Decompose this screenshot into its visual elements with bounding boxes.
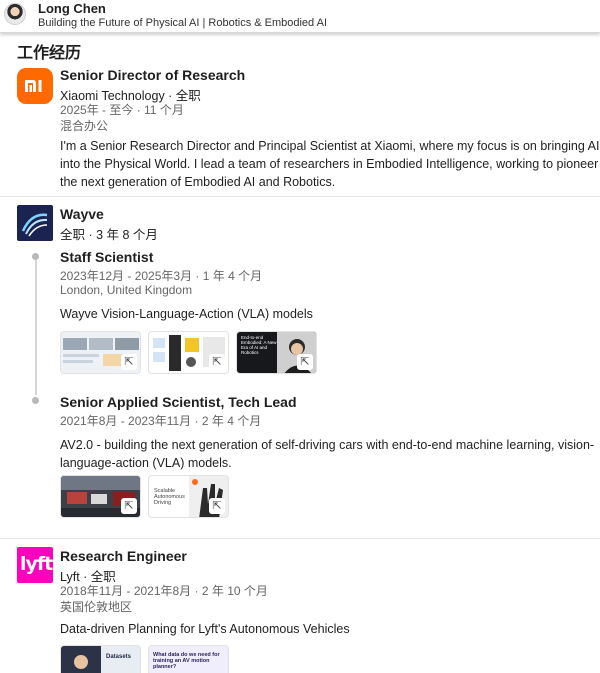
thumbnail-caption: Scalable Autonomous Driving bbox=[154, 488, 185, 506]
media-thumbnail[interactable]: ⇱ bbox=[148, 331, 229, 374]
role-title[interactable]: Staff Scientist bbox=[60, 249, 153, 265]
description: AV2.0 - building the next generation of … bbox=[60, 438, 595, 470]
external-link-icon: ⇱ bbox=[121, 498, 137, 514]
media-thumbnail[interactable]: Scalable Autonomous Driving ⇱ bbox=[148, 475, 229, 518]
company-name[interactable]: Wayve bbox=[60, 206, 104, 222]
media-thumbnail[interactable]: End-to-end Embodied: A New Era of AI and… bbox=[236, 331, 317, 374]
divider bbox=[0, 196, 600, 197]
xiaomi-logo[interactable] bbox=[17, 68, 53, 104]
date-range: 2018年11月 - 2021年8月 · 2 年 10 个月 bbox=[60, 584, 268, 598]
location: 英国伦敦地区 bbox=[60, 600, 133, 614]
description: Wayve Vision-Language-Action (VLA) model… bbox=[60, 307, 313, 321]
divider bbox=[0, 538, 600, 539]
description: I'm a Senior Research Director and Princ… bbox=[60, 139, 600, 189]
profile-headline: Building the Future of Physical AI | Rob… bbox=[38, 17, 328, 29]
location: 混合办公 bbox=[60, 119, 109, 133]
company-tenure: 全职 · 3 年 8 个月 bbox=[60, 228, 158, 242]
role-title[interactable]: Research Engineer bbox=[60, 548, 187, 564]
avatar[interactable] bbox=[4, 3, 26, 25]
external-link-icon: ⇱ bbox=[297, 354, 313, 370]
external-link-icon: ⇱ bbox=[121, 354, 137, 370]
lyft-logo[interactable]: lyft bbox=[17, 547, 53, 583]
section-title-experience: 工作经历 bbox=[17, 45, 82, 62]
wayve-logo[interactable] bbox=[17, 205, 53, 241]
media-thumbnail[interactable]: What data do we need for training an AV … bbox=[148, 645, 229, 673]
thumbnail-caption: Datasets bbox=[106, 654, 132, 660]
media-thumbnail[interactable]: ⇱ bbox=[60, 331, 141, 374]
description: Data-driven Planning for Lyft's Autonomo… bbox=[60, 622, 350, 636]
external-link-icon: ⇱ bbox=[209, 498, 225, 514]
timeline-dot bbox=[32, 253, 39, 260]
external-link-icon: ⇱ bbox=[209, 354, 225, 370]
timeline-line bbox=[35, 260, 37, 395]
timeline-dot bbox=[32, 397, 39, 404]
location: London, United Kingdom bbox=[60, 283, 193, 297]
media-thumbnail[interactable]: ⇱ bbox=[60, 475, 141, 518]
date-range: 2023年12月 - 2025年3月 · 1 年 4 个月 bbox=[60, 269, 263, 283]
date-range: 2021年8月 - 2023年11月 · 2 年 4 个月 bbox=[60, 414, 262, 428]
role-title[interactable]: Senior Director of Research bbox=[60, 67, 245, 83]
role-title[interactable]: Senior Applied Scientist, Tech Lead bbox=[60, 394, 297, 410]
thumbnail-caption: What data do we need for training an AV … bbox=[153, 652, 220, 670]
profile-sticky-header: Long Chen Building the Future of Physica… bbox=[0, 0, 600, 33]
media-thumbnail[interactable]: Datasets bbox=[60, 645, 141, 673]
thumbnail-caption: End-to-end Embodied: A New Era of AI and… bbox=[241, 335, 277, 355]
profile-name[interactable]: Long Chen bbox=[38, 1, 106, 16]
date-range: 2025年 - 至今 · 11 个月 bbox=[60, 103, 184, 117]
